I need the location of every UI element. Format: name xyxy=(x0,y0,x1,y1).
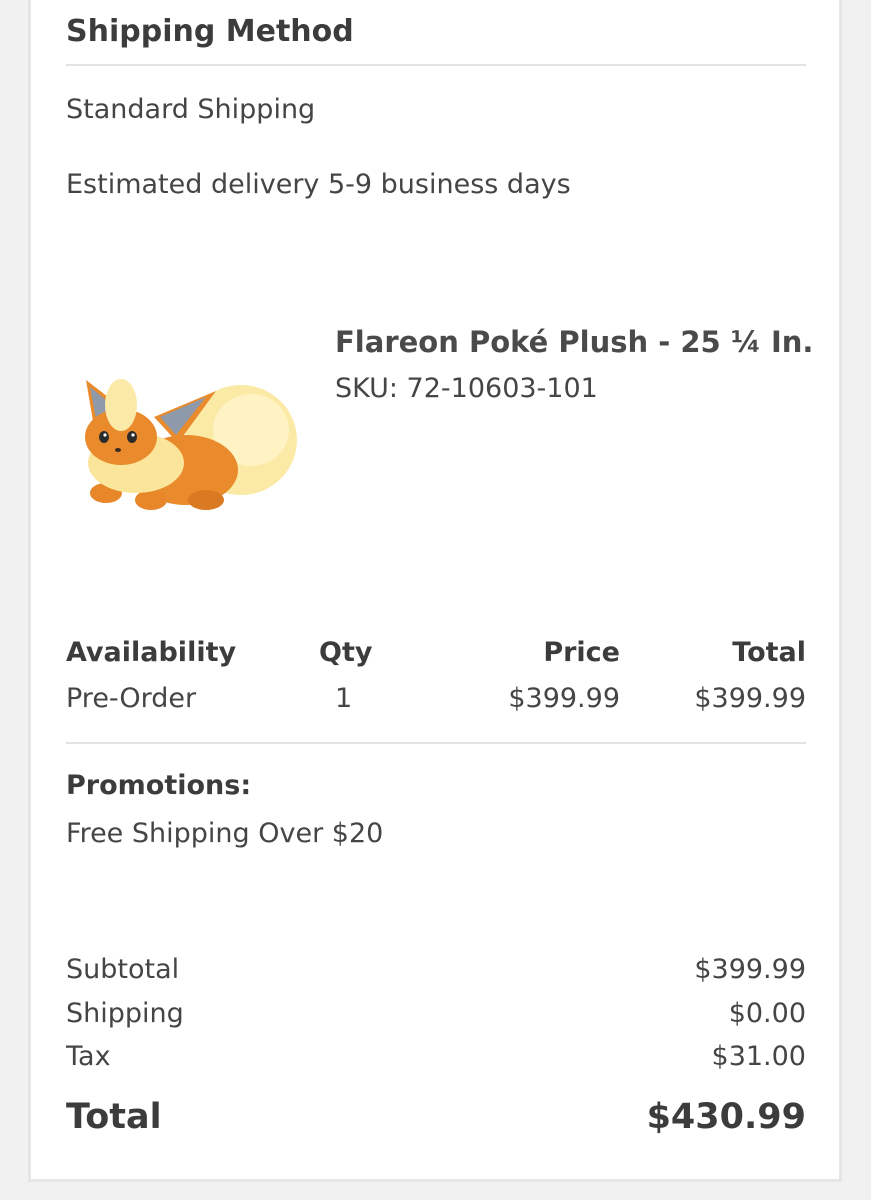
price-header: Price xyxy=(543,637,620,668)
qty-header: Qty xyxy=(319,637,373,668)
qty-value: 1 xyxy=(335,683,353,714)
total-header: Total xyxy=(732,637,806,668)
shipping-label: Shipping xyxy=(66,998,184,1029)
availability-header: Availability xyxy=(66,637,237,668)
product-name[interactable]: Flareon Poké Plush - 25 ¼ In. xyxy=(335,325,813,359)
plush-eye xyxy=(99,431,109,443)
shipping-value: $0.00 xyxy=(728,998,806,1029)
subtotal-value: $399.99 xyxy=(694,954,806,985)
plush-head-tuft xyxy=(105,379,137,431)
line-total-value: $399.99 xyxy=(694,683,806,714)
grand-total-label: Total xyxy=(66,1097,162,1137)
plush-nose xyxy=(115,448,121,452)
product-sku: SKU: 72-10603-101 xyxy=(335,373,598,404)
shipping-method-heading: Shipping Method xyxy=(66,14,354,49)
grand-total-value: $430.99 xyxy=(646,1097,806,1137)
delivery-estimate: Estimated delivery 5-9 business days xyxy=(66,169,571,200)
tax-label: Tax xyxy=(66,1041,111,1072)
heading-divider xyxy=(66,64,806,66)
plush-eye-shine xyxy=(103,433,107,437)
shipping-method-name: Standard Shipping xyxy=(66,94,316,125)
subtotal-label: Subtotal xyxy=(66,954,180,985)
availability-value: Pre-Order xyxy=(66,683,197,714)
plush-eye xyxy=(127,431,137,443)
price-value: $399.99 xyxy=(508,683,620,714)
promotions-heading: Promotions: xyxy=(66,770,252,801)
promotion-item: Free Shipping Over $20 xyxy=(66,818,384,849)
plush-front-leg xyxy=(135,490,167,510)
plush-eye-shine xyxy=(131,433,135,437)
items-divider xyxy=(66,742,806,744)
tax-value: $31.00 xyxy=(711,1041,806,1072)
product-image[interactable] xyxy=(66,345,306,535)
plush-back-leg xyxy=(188,490,224,510)
